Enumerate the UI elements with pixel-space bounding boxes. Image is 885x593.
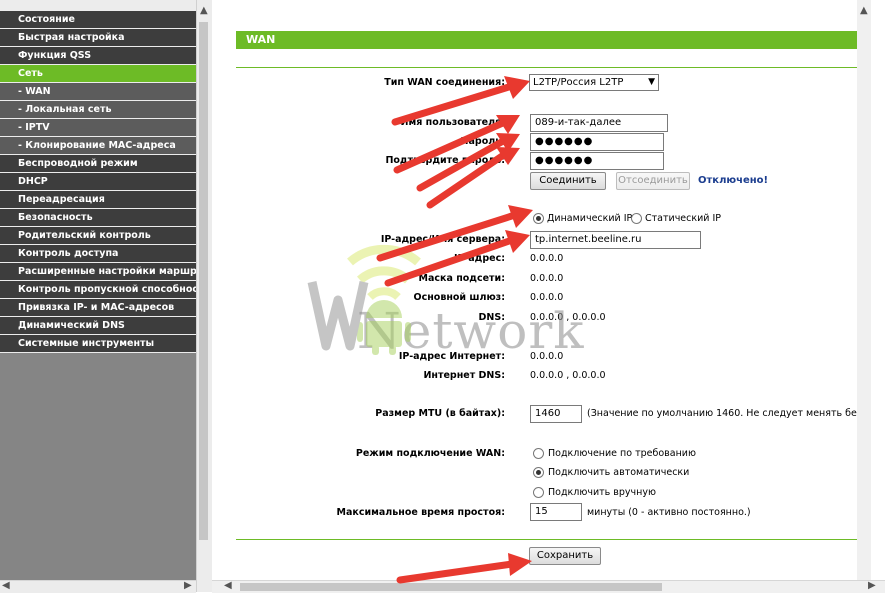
page-title: WAN [236,31,869,49]
sidebar-item-dhcp[interactable]: DHCP [0,173,196,190]
internet-ip-value: 0.0.0.0 [530,351,564,362]
scroll-up-icon[interactable]: ▲ [860,6,868,16]
dns-label: DNS: [478,312,505,323]
username-label: Имя пользователя: [400,117,505,128]
dynamic-ip-label: Динамический IP [547,213,633,224]
on-demand-label: Подключение по требованию [548,448,696,459]
sidebar-item-network[interactable]: Сеть [0,65,196,82]
radio-dynamic-ip[interactable] [533,213,544,224]
scroll-up-icon[interactable]: ▲ [200,6,208,16]
sidebar-item-parental-control[interactable]: Родительский контроль [0,227,196,244]
internet-ip-label: IP-адрес Интернет: [398,351,505,362]
sidebar-item-quick-setup[interactable]: Быстрая настройка [0,29,196,46]
main-horizontal-scrollbar[interactable]: ◀ ▶ [212,580,885,593]
scroll-left-icon[interactable]: ◀ [2,581,10,591]
sidebar-item-iptv[interactable]: - IPTV [0,119,196,136]
confirm-password-input[interactable]: ●●●●●● [530,152,664,170]
subnet-mask-value: 0.0.0.0 [530,273,564,284]
mtu-hint: (Значение по умолчанию 1460. Не следует … [587,408,857,419]
sidebar-menu: Состояние Быстрая настройка Функция QSS … [0,11,196,353]
sidebar-item-ddns[interactable]: Динамический DNS [0,317,196,334]
sidebar-item-mac-clone[interactable]: - Клонирование MAC-адреса [0,137,196,154]
connect-button[interactable]: Соединить [530,172,606,190]
subnet-mask-label: Маска подсети: [418,273,505,284]
dns-value: 0.0.0.0 , 0.0.0.0 [530,312,606,323]
connection-status: Отключено! [698,175,769,186]
sidebar: Состояние Быстрая настройка Функция QSS … [0,0,212,593]
password-input[interactable]: ●●●●●● [530,133,664,151]
sidebar-item-system-tools[interactable]: Системные инструменты [0,335,196,352]
mtu-input[interactable]: 1460 [530,405,582,423]
main-panel: WAN Тип WAN соединения: L2TP/Россия L2TP… [212,0,885,592]
gateway-label: Основной шлюз: [413,292,505,303]
divider-top [236,67,869,68]
password-label: Пароль: [460,136,505,147]
idle-time-input[interactable]: 15 [530,503,582,521]
idle-time-label: Максимальное время простоя: [336,507,505,518]
ip-address-value: 0.0.0.0 [530,253,564,264]
divider-bottom [236,539,869,540]
confirm-password-label: Подтвердите пароль: [385,155,505,166]
ip-address-label: IP-адрес: [453,253,505,264]
sidebar-empty-area [0,353,196,580]
scroll-left-icon[interactable]: ◀ [224,581,232,591]
gateway-value: 0.0.0.0 [530,292,564,303]
scroll-right-icon[interactable]: ▶ [868,581,876,591]
main-vertical-scrollbar[interactable]: ▲ [857,0,871,580]
sidebar-item-qss[interactable]: Функция QSS [0,47,196,64]
sidebar-vertical-scrollbar[interactable]: ▲ [196,0,211,592]
radio-on-demand[interactable] [533,448,544,459]
sidebar-item-advanced-routing[interactable]: Расширенные настройки маршрутизации [0,263,196,280]
idle-time-hint: минуты (0 - активно постоянно.) [587,507,751,518]
chevron-down-icon: ▼ [648,77,655,87]
sidebar-item-lan[interactable]: - Локальная сеть [0,101,196,118]
sidebar-item-wan[interactable]: - WAN [0,83,196,100]
save-button[interactable]: Сохранить [529,547,601,565]
sidebar-item-security[interactable]: Безопасность [0,209,196,226]
sidebar-horizontal-scrollbar[interactable]: ◀ ▶ [0,580,196,593]
auto-connect-label: Подключить автоматически [548,467,690,478]
static-ip-label: Статический IP [645,213,722,224]
scroll-right-icon[interactable]: ▶ [184,581,192,591]
sidebar-item-access-control[interactable]: Контроль доступа [0,245,196,262]
wan-type-select[interactable]: L2TP/Россия L2TP ▼ [529,74,659,91]
sidebar-item-status[interactable]: Состояние [0,11,196,28]
radio-auto-connect[interactable] [533,467,544,478]
internet-dns-label: Интернет DNS: [423,370,505,381]
wan-mode-label: Режим подключение WAN: [355,448,505,459]
wan-type-value: L2TP/Россия L2TP [533,77,624,88]
username-input[interactable]: 089-и-так-далее [530,114,668,132]
scrollbar-thumb[interactable] [199,22,208,540]
manual-connect-label: Подключить вручную [548,487,656,498]
sidebar-item-forwarding[interactable]: Переадресация [0,191,196,208]
wan-type-label: Тип WAN соединения: [384,77,505,88]
sidebar-item-bandwidth-control[interactable]: Контроль пропускной способности [0,281,196,298]
disconnect-button[interactable]: Отсоединить [616,172,690,190]
mtu-label: Размер MTU (в байтах): [375,408,505,419]
server-label: IP-адрес/Имя сервера: [380,234,505,245]
scrollbar-thumb[interactable] [240,583,662,591]
server-input[interactable]: tp.internet.beeline.ru [530,231,701,249]
sidebar-item-wireless[interactable]: Беспроводной режим [0,155,196,172]
radio-static-ip[interactable] [631,213,642,224]
internet-dns-value: 0.0.0.0 , 0.0.0.0 [530,370,606,381]
radio-manual-connect[interactable] [533,487,544,498]
sidebar-item-ip-mac-binding[interactable]: Привязка IP- и MAC-адресов [0,299,196,316]
